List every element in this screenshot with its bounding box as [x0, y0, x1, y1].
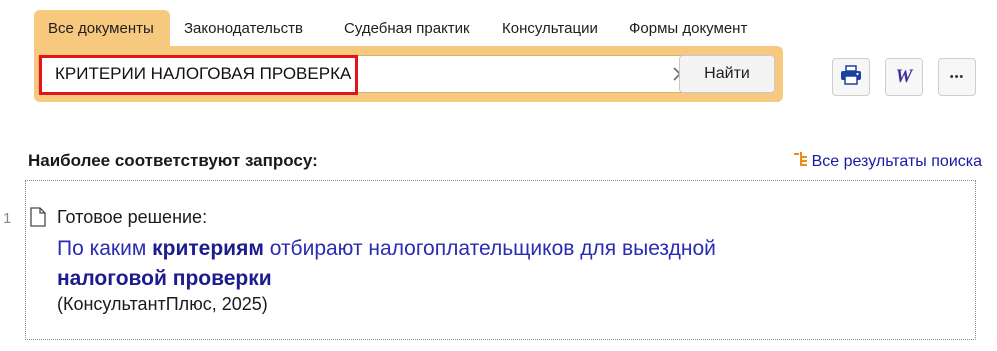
document-icon: [30, 207, 46, 232]
result-title-part: По каким: [57, 237, 153, 260]
export-word-button[interactable]: W: [885, 58, 923, 96]
all-results-link[interactable]: Все результаты поиска: [793, 152, 982, 171]
result-source: (КонсультантПлюс, 2025): [57, 294, 268, 314]
find-button[interactable]: Найти: [679, 55, 775, 93]
search-tabs: Все документы Законодательств Судебная п…: [34, 10, 775, 48]
results-heading: Наиболее соответствуют запросу:: [28, 151, 318, 170]
search-panel: Найти: [34, 46, 783, 102]
tab-court-practice[interactable]: Судебная практик: [330, 10, 488, 48]
word-icon: W: [895, 66, 913, 87]
result-type: Готовое решение:: [57, 207, 208, 227]
tab-consultations[interactable]: Консультации: [488, 10, 615, 48]
result-title-keyword: налоговой проверки: [57, 267, 272, 290]
tab-document-forms[interactable]: Формы документ: [615, 10, 775, 48]
print-button[interactable]: [832, 58, 870, 96]
result-title-part: отбирают налогоплательщиков для выездной: [263, 237, 716, 260]
search-field-wrapper: [38, 55, 702, 95]
tab-legislation[interactable]: Законодательств: [170, 10, 330, 48]
result-number: 1: [3, 210, 12, 227]
search-input[interactable]: [39, 56, 659, 92]
print-icon: [840, 64, 862, 90]
list-tree-icon: [793, 152, 808, 171]
result-title-keyword: критериям: [152, 237, 264, 260]
more-button[interactable]: •••: [938, 58, 976, 96]
result-title-link[interactable]: По каким критериям отбирают налогоплател…: [57, 234, 857, 294]
all-results-label: Все результаты поиска: [811, 152, 982, 170]
tab-all-documents[interactable]: Все документы: [34, 10, 170, 48]
more-icon: •••: [949, 71, 965, 83]
